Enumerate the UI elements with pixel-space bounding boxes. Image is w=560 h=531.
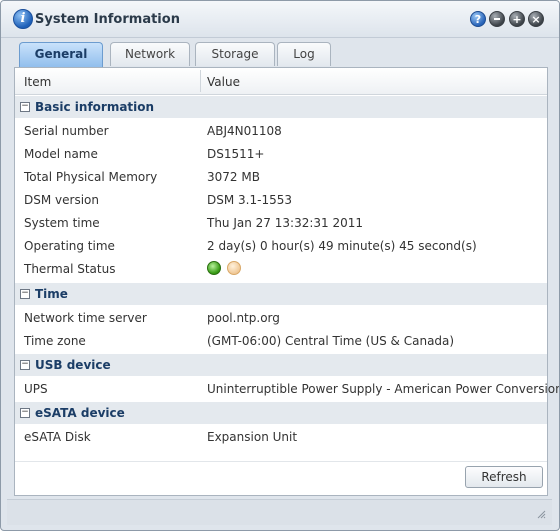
status-bar — [7, 499, 552, 525]
row-item: Model name — [24, 147, 98, 161]
group-title: USB device — [35, 358, 111, 372]
row-item: Network time server — [24, 311, 147, 325]
group-basic-information[interactable]: − Basic information — [15, 96, 547, 118]
collapse-icon[interactable]: − — [20, 102, 30, 112]
system-information-window: i System Information ? + × General Netwo… — [0, 0, 560, 531]
tab-general[interactable]: General — [19, 42, 103, 68]
row-item: DSM version — [24, 193, 99, 207]
help-icon[interactable]: ? — [470, 11, 486, 27]
table-row: eSATA Disk Expansion Unit — [15, 425, 547, 448]
column-header-value[interactable]: Value — [207, 75, 240, 89]
resize-grip-icon[interactable] — [536, 509, 546, 519]
group-usb-device[interactable]: − USB device — [15, 354, 547, 376]
table-row: Thermal Status — [15, 257, 547, 280]
group-title: Basic information — [35, 100, 155, 114]
row-value: (GMT-06:00) Central Time (US & Canada) — [207, 334, 455, 348]
close-icon[interactable]: × — [528, 11, 544, 27]
row-value: 2 day(s) 0 hour(s) 49 minute(s) 45 secon… — [207, 239, 477, 253]
refresh-button[interactable]: Refresh — [465, 466, 543, 488]
table-row: Network time server pool.ntp.org — [15, 306, 547, 329]
group-esata-device[interactable]: − eSATA device — [15, 402, 547, 424]
row-value: DSM 3.1-1553 — [207, 193, 292, 207]
tab-network[interactable]: Network — [110, 42, 190, 66]
grid-header: Item Value — [15, 68, 547, 95]
table-row: Operating time 2 day(s) 0 hour(s) 49 min… — [15, 234, 547, 257]
row-value: pool.ntp.org — [207, 311, 280, 325]
column-divider[interactable] — [200, 70, 201, 92]
table-row: Time zone (GMT-06:00) Central Time (US &… — [15, 329, 547, 352]
row-item: Serial number — [24, 124, 109, 138]
row-item: eSATA Disk — [24, 430, 91, 444]
row-value: DS1511+ — [207, 147, 265, 161]
group-title: Time — [35, 287, 68, 301]
row-value: Thu Jan 27 13:32:31 2011 — [207, 216, 363, 230]
collapse-icon[interactable]: − — [20, 289, 30, 299]
table-row: Total Physical Memory 3072 MB — [15, 165, 547, 188]
table-row: Model name DS1511+ — [15, 142, 547, 165]
title-bar[interactable]: i System Information ? + × — [1, 1, 559, 38]
collapse-icon[interactable]: − — [20, 408, 30, 418]
row-value: ABJ4N01108 — [207, 124, 282, 138]
maximize-icon[interactable]: + — [509, 11, 525, 27]
tab-log[interactable]: Log — [277, 42, 331, 66]
row-item: UPS — [24, 382, 48, 396]
group-title: eSATA device — [35, 406, 125, 420]
table-row: Serial number ABJ4N01108 — [15, 119, 547, 142]
thermal-warning-indicator — [227, 261, 241, 275]
general-panel: Item Value − Basic information Serial nu… — [14, 67, 559, 496]
row-item: Total Physical Memory — [24, 170, 158, 184]
row-item: Time zone — [24, 334, 86, 348]
thermal-normal-indicator — [207, 261, 221, 275]
table-row: System time Thu Jan 27 13:32:31 2011 — [15, 211, 547, 234]
tab-storage[interactable]: Storage — [195, 42, 275, 66]
column-header-item[interactable]: Item — [24, 75, 51, 89]
table-row: DSM version DSM 3.1-1553 — [15, 188, 547, 211]
row-item: System time — [24, 216, 100, 230]
row-value: Expansion Unit — [207, 430, 298, 444]
minimize-icon[interactable] — [489, 11, 505, 27]
window-title: System Information — [35, 12, 180, 27]
row-item: Operating time — [24, 239, 115, 253]
info-icon: i — [13, 9, 33, 29]
table-row: UPS Uninterruptible Power Supply - Ameri… — [15, 377, 559, 400]
group-time[interactable]: − Time — [15, 283, 547, 305]
row-item: Thermal Status — [24, 262, 116, 276]
collapse-icon[interactable]: − — [20, 360, 30, 370]
row-value: 3072 MB — [207, 170, 260, 184]
row-value: Uninterruptible Power Supply - American … — [207, 382, 560, 396]
footer-divider — [15, 461, 547, 462]
